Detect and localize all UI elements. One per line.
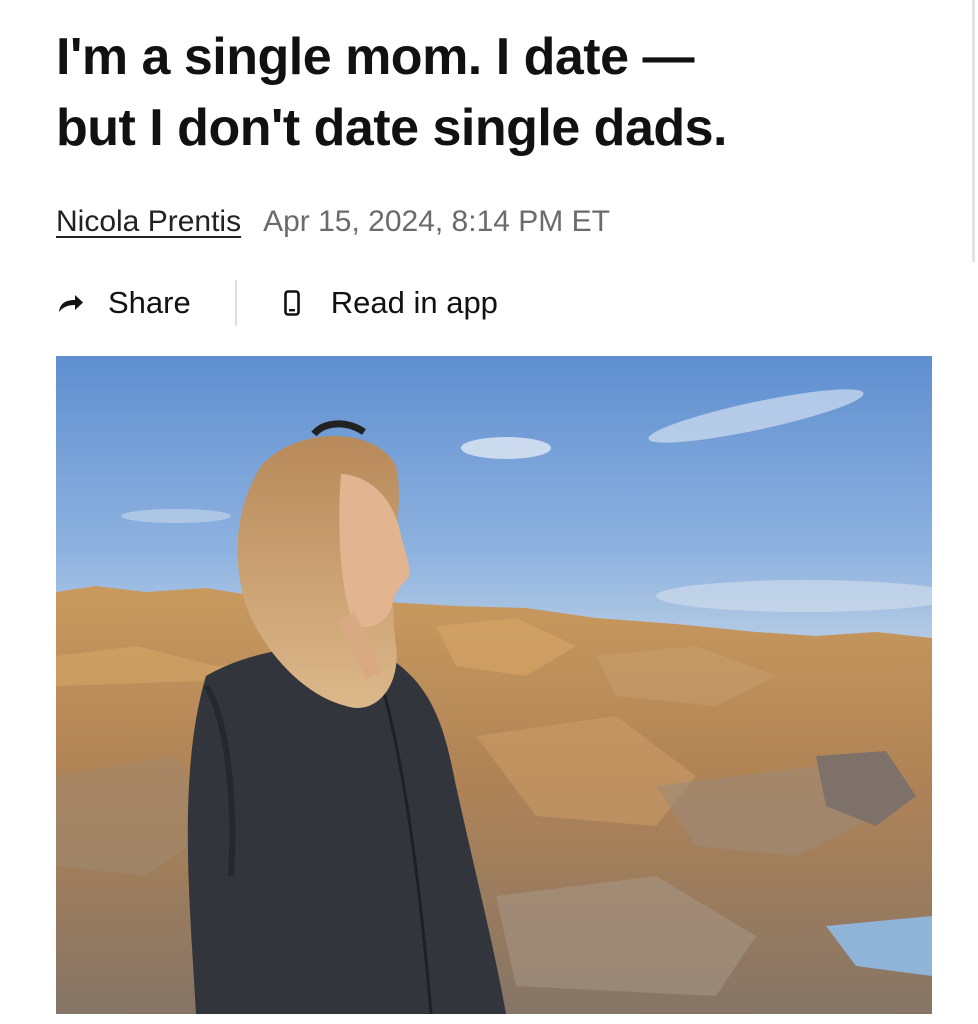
share-label: Share	[108, 285, 191, 320]
article-headline: I'm a single mom. I date — but I don't d…	[56, 22, 936, 164]
hero-image	[56, 356, 932, 1014]
action-divider	[234, 280, 237, 326]
scrollbar-edge	[972, 0, 975, 262]
headline-line-1: I'm a single mom. I date —	[56, 28, 694, 86]
headline-line-2: but I don't date single dads.	[56, 99, 728, 157]
share-button[interactable]: Share	[56, 285, 191, 321]
byline: Nicola Prentis Apr 15, 2024, 8:14 PM ET	[56, 202, 610, 242]
publish-timestamp: Apr 15, 2024, 8:14 PM ET	[263, 205, 610, 238]
phone-icon	[283, 290, 301, 316]
article-actions: Share Read in app	[56, 278, 498, 328]
read-in-app-button[interactable]: Read in app	[283, 285, 498, 321]
share-arrow-icon	[56, 292, 86, 314]
read-in-app-label: Read in app	[330, 285, 498, 320]
author-link[interactable]: Nicola Prentis	[56, 205, 241, 239]
